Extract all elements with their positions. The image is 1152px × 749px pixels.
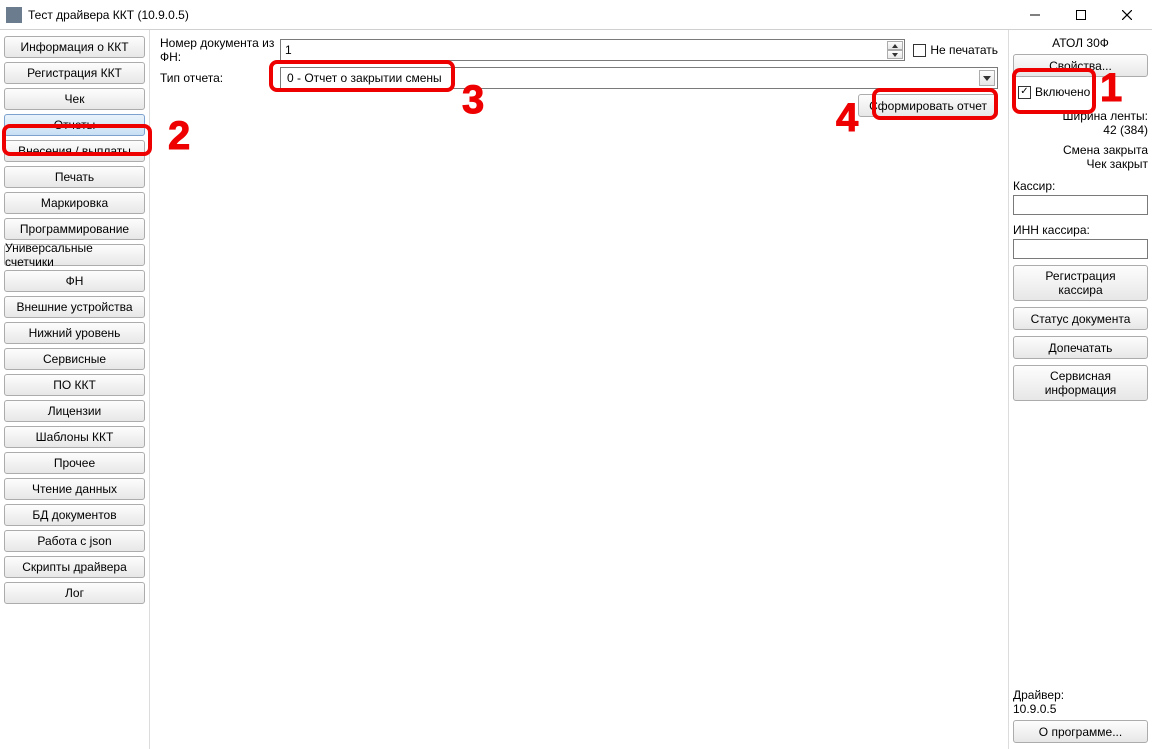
nav-print[interactable]: Печать [4,166,145,188]
app-icon [6,7,22,23]
report-type-label: Тип отчета: [160,71,280,85]
nav-service[interactable]: Сервисные [4,348,145,370]
close-button[interactable] [1104,0,1150,30]
nav-other[interactable]: Прочее [4,452,145,474]
nav-db-documents[interactable]: БД документов [4,504,145,526]
nav-licenses[interactable]: Лицензии [4,400,145,422]
enabled-checkbox[interactable] [1018,86,1031,99]
nav-read-data[interactable]: Чтение данных [4,478,145,500]
nav-programming[interactable]: Программирование [4,218,145,240]
window-title: Тест драйвера ККТ (10.9.0.5) [28,8,1012,22]
nav-reports[interactable]: Отчеты [4,114,145,136]
no-print-checkbox[interactable] [913,44,926,57]
tape-width-label: Ширина ленты: [1013,109,1148,123]
doc-number-input[interactable]: 1 [280,39,905,61]
device-name: АТОЛ 30Ф [1013,36,1148,50]
nav-fn[interactable]: ФН [4,270,145,292]
report-type-combo[interactable]: 0 - Отчет о закрытии смены [280,67,998,89]
nav-log[interactable]: Лог [4,582,145,604]
shift-status: Смена закрыта [1013,143,1148,157]
tape-width-value: 42 (384) [1013,123,1148,137]
cashier-label: Кассир: [1013,179,1148,193]
nav-info-kkt[interactable]: Информация о ККТ [4,36,145,58]
cashier-inn-input[interactable] [1013,239,1148,259]
nav-marking[interactable]: Маркировка [4,192,145,214]
nav-driver-scripts[interactable]: Скрипты драйвера [4,556,145,578]
properties-button[interactable]: Свойства... [1013,54,1148,77]
driver-label: Драйвер: [1013,688,1148,702]
generate-report-button[interactable]: Сформировать отчет [858,94,998,117]
spin-down-button[interactable] [887,50,903,59]
check-status: Чек закрыт [1013,157,1148,171]
document-status-button[interactable]: Статус документа [1013,307,1148,330]
service-info-button[interactable]: Сервисная информация [1013,365,1148,401]
nav-registration-kkt[interactable]: Регистрация ККТ [4,62,145,84]
right-panel: АТОЛ 30Ф Свойства... Включено Ширина лен… [1008,30,1152,749]
nav-work-json[interactable]: Работа с json [4,530,145,552]
cashier-inn-label: ИНН кассира: [1013,223,1148,237]
sidebar: Информация о ККТ Регистрация ККТ Чек Отч… [0,30,150,749]
report-type-value: 0 - Отчет о закрытии смены [287,71,442,85]
about-button[interactable]: О программе... [1013,720,1148,743]
nav-deposits-withdrawals[interactable]: Внесения / выплаты [4,140,145,162]
chevron-down-icon[interactable] [979,70,995,86]
doc-number-label: Номер документа из ФН: [160,36,280,64]
register-cashier-button[interactable]: Регистрация кассира [1013,265,1148,301]
no-print-label: Не печатать [930,43,998,57]
spin-up-button[interactable] [887,41,903,50]
nav-po-kkt[interactable]: ПО ККТ [4,374,145,396]
nav-universal-counters[interactable]: Универсальные счетчики [4,244,145,266]
nav-templates-kkt[interactable]: Шаблоны ККТ [4,426,145,448]
nav-check[interactable]: Чек [4,88,145,110]
enabled-label: Включено [1035,85,1090,99]
maximize-button[interactable] [1058,0,1104,30]
nav-external-devices[interactable]: Внешние устройства [4,296,145,318]
cashier-input[interactable] [1013,195,1148,215]
doc-number-value: 1 [285,43,292,57]
reprint-button[interactable]: Допечатать [1013,336,1148,359]
minimize-button[interactable] [1012,0,1058,30]
driver-version: 10.9.0.5 [1013,702,1148,716]
nav-low-level[interactable]: Нижний уровень [4,322,145,344]
main-panel: Номер документа из ФН: 1 Не печатать Тип… [150,30,1008,749]
